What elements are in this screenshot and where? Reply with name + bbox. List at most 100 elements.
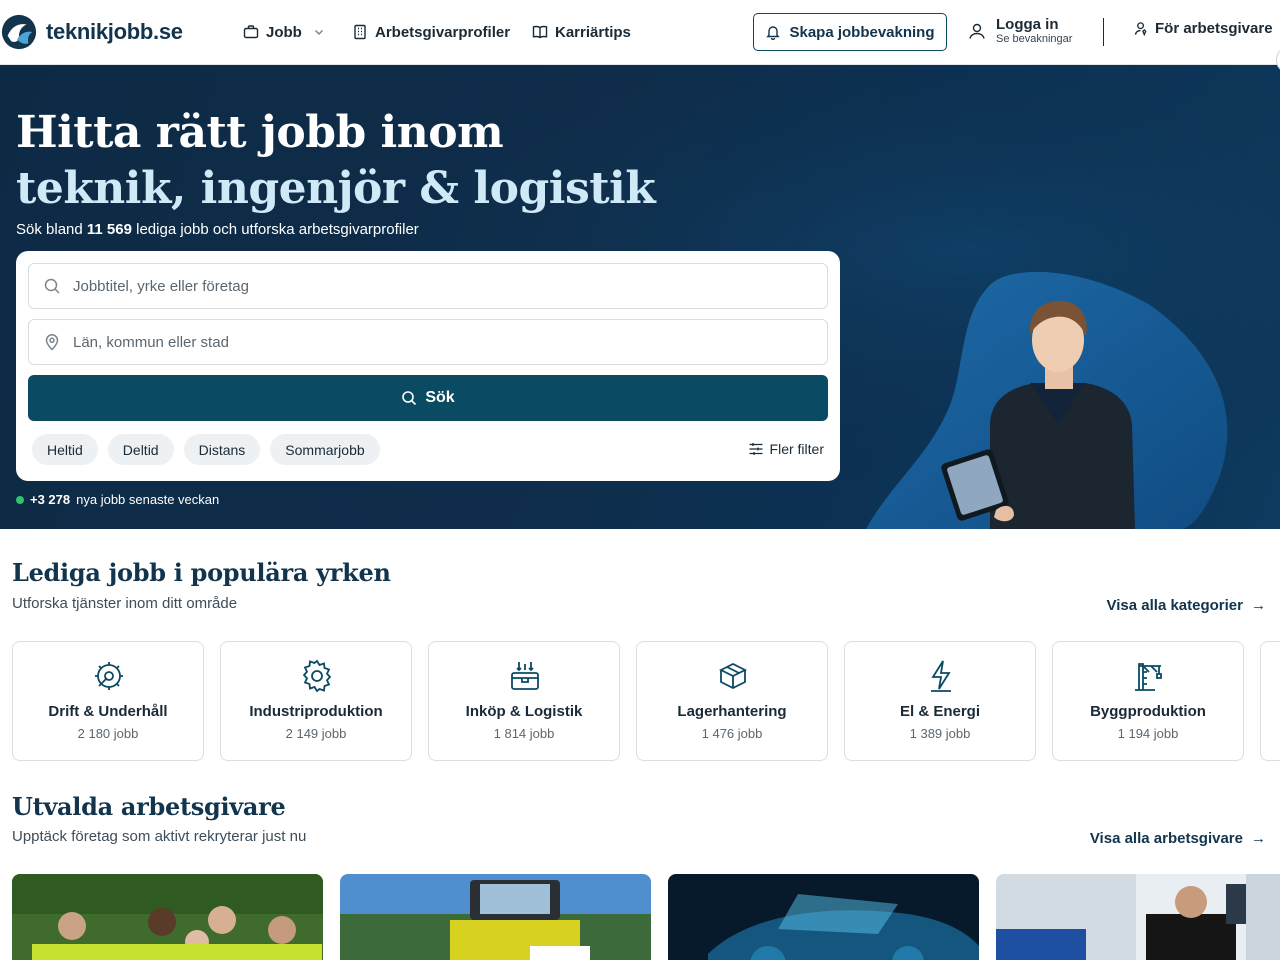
categories-subtitle: Utforska tjänster inom ditt område (12, 595, 238, 612)
hero-title-line2: teknik, ingenjör & logistik (16, 163, 656, 214)
search-button-label: Sök (425, 389, 455, 406)
employer-card-3[interactable] (668, 874, 979, 960)
category-list: Drift & Underhåll 2 180 jobb Industripro… (12, 641, 1280, 761)
hero-sub-prefix: Sök bland (16, 221, 83, 238)
login-subtitle: Se bevakningar (996, 33, 1073, 45)
employer-photo-warehouse (996, 874, 1280, 960)
category-name: Byggproduktion (1090, 703, 1206, 720)
category-count: 1 476 jobb (701, 726, 763, 741)
new-jobs-count: +3 278 (30, 492, 71, 507)
chip-heltid[interactable]: Heltid (32, 434, 98, 465)
all-categories-label: Visa alla kategorier (1106, 597, 1243, 614)
package-icon (511, 662, 539, 690)
chip-sommarjobb[interactable]: Sommarjobb (270, 434, 380, 465)
nav-karriartips[interactable]: Karriärtips (532, 20, 631, 44)
all-employers-link[interactable]: Visa alla arbetsgivare → (1090, 830, 1266, 847)
box-icon (718, 662, 748, 690)
category-count: 2 180 jobb (77, 726, 139, 741)
search-icon (402, 391, 417, 406)
nav-arbetsgivarprofiler-label: Arbetsgivarprofiler (375, 23, 511, 41)
book-icon (532, 25, 548, 39)
category-card-drift[interactable]: Drift & Underhåll 2 180 jobb (12, 641, 204, 761)
employer-photo-team (12, 874, 323, 960)
user-icon (969, 23, 985, 39)
briefcase-icon (243, 25, 259, 39)
search-button[interactable]: Sök (28, 375, 828, 421)
category-card-industri[interactable]: Industriproduktion 2 149 jobb (220, 641, 412, 761)
bell-icon (766, 26, 781, 40)
all-employers-label: Visa alla arbetsgivare (1089, 830, 1243, 847)
wrench-gear-icon (95, 662, 123, 690)
gear-icon (302, 659, 332, 693)
employer-photo-roller (340, 874, 651, 960)
location-field[interactable] (28, 319, 828, 365)
category-count: 1 194 jobb (1117, 726, 1179, 741)
hero-subtitle: Sök bland 11 569 lediga jobb och utforsk… (16, 221, 419, 238)
for-employers-link[interactable]: För arbetsgivare (1134, 20, 1273, 37)
category-card-lager[interactable]: Lagerhantering 1 476 jobb (636, 641, 828, 761)
category-card-inkop[interactable]: Inköp & Logistik 1 814 jobb (428, 641, 620, 761)
status-dot (16, 495, 24, 504)
new-jobs-indicator: +3 278 nya jobb senaste veckan (16, 492, 219, 507)
nav-jobb-label: Jobb (266, 23, 302, 41)
category-name: Drift & Underhåll (48, 703, 168, 720)
building-icon (354, 24, 366, 40)
nav-jobb[interactable]: Jobb (243, 20, 325, 44)
category-card-next[interactable] (1260, 641, 1280, 761)
login-title: Logga in (996, 16, 1059, 33)
employer-photo-xray-car (668, 874, 979, 960)
all-categories-link[interactable]: Visa alla kategorier → (1107, 597, 1266, 614)
category-card-el[interactable]: El & Energi 1 389 jobb (844, 641, 1036, 761)
nav-arbetsgivarprofiler[interactable]: Arbetsgivarprofiler (352, 20, 510, 44)
new-jobs-text: nya jobb senaste veckan (76, 492, 220, 507)
hero-section: Hitta rätt jobb inom teknik, ingenjör & … (0, 65, 1280, 529)
employer-card-2[interactable] (340, 874, 651, 960)
chip-distans[interactable]: Distans (183, 434, 261, 465)
category-name: Industriproduktion (249, 703, 383, 720)
hero-sub-suffix: lediga jobb och utforska arbetsgivarprof… (136, 221, 419, 238)
job-search-field[interactable] (28, 263, 828, 309)
employer-list (12, 874, 1280, 960)
more-filters-label: Fler filter (769, 441, 824, 457)
employers-subtitle: Upptäck företag som aktivt rekryterar ju… (12, 828, 307, 845)
employers-title: Utvalda arbetsgivare (12, 792, 286, 821)
location-input[interactable] (73, 333, 793, 351)
category-name: Lagerhantering (677, 703, 787, 720)
category-count: 1 389 jobb (909, 726, 971, 741)
header-divider (1103, 18, 1104, 46)
chevron-down-icon (314, 29, 323, 36)
arrow-right-icon: → (1251, 597, 1266, 614)
job-search-input[interactable] (73, 277, 793, 295)
logo-text: teknikjobb.se (46, 19, 183, 44)
category-name: Inköp & Logistik (465, 703, 583, 720)
create-job-alert-button[interactable]: Skapa jobbevakning (753, 13, 947, 51)
crane-icon (1135, 663, 1162, 691)
nav-karriartips-label: Karriärtips (555, 23, 631, 41)
location-pin-icon (45, 334, 59, 351)
job-count: 11 569 (86, 221, 132, 238)
site-header: teknikjobb.se Jobb Arbetsgivarprofiler K… (0, 0, 1280, 65)
category-count: 1 814 jobb (493, 726, 555, 741)
create-job-alert-label: Skapa jobbevakning (789, 23, 935, 41)
category-name: El & Energi (899, 703, 981, 720)
login-button[interactable]: Logga in Se bevakningar (968, 16, 1072, 46)
chip-deltid[interactable]: Deltid (107, 434, 174, 465)
more-filters-button[interactable]: Fler filter (748, 441, 824, 457)
arrow-right-icon: → (1251, 830, 1266, 847)
logo[interactable]: teknikjobb.se (0, 12, 183, 52)
category-card-bygg[interactable]: Byggproduktion 1 194 jobb (1052, 641, 1244, 761)
hero-title-line1: Hitta rätt jobb inom (16, 107, 504, 158)
logo-icon (1, 14, 37, 50)
lightning-icon (931, 660, 951, 692)
categories-title: Lediga jobb i populära yrken (12, 558, 391, 587)
search-icon (44, 278, 60, 294)
hero-title: Hitta rätt jobb inom teknik, ingenjör & … (16, 105, 656, 217)
sliders-icon (749, 443, 763, 455)
for-employers-label: För arbetsgivare (1155, 20, 1273, 37)
filter-chips: Heltid Deltid Distans Sommarjobb (32, 434, 380, 465)
search-card: Sök Heltid Deltid Distans Sommarjobb Fle… (16, 251, 840, 481)
employer-card-4[interactable] (996, 874, 1280, 960)
category-count: 2 149 jobb (285, 726, 347, 741)
employer-card-1[interactable] (12, 874, 323, 960)
user-tie-icon (1134, 22, 1147, 36)
